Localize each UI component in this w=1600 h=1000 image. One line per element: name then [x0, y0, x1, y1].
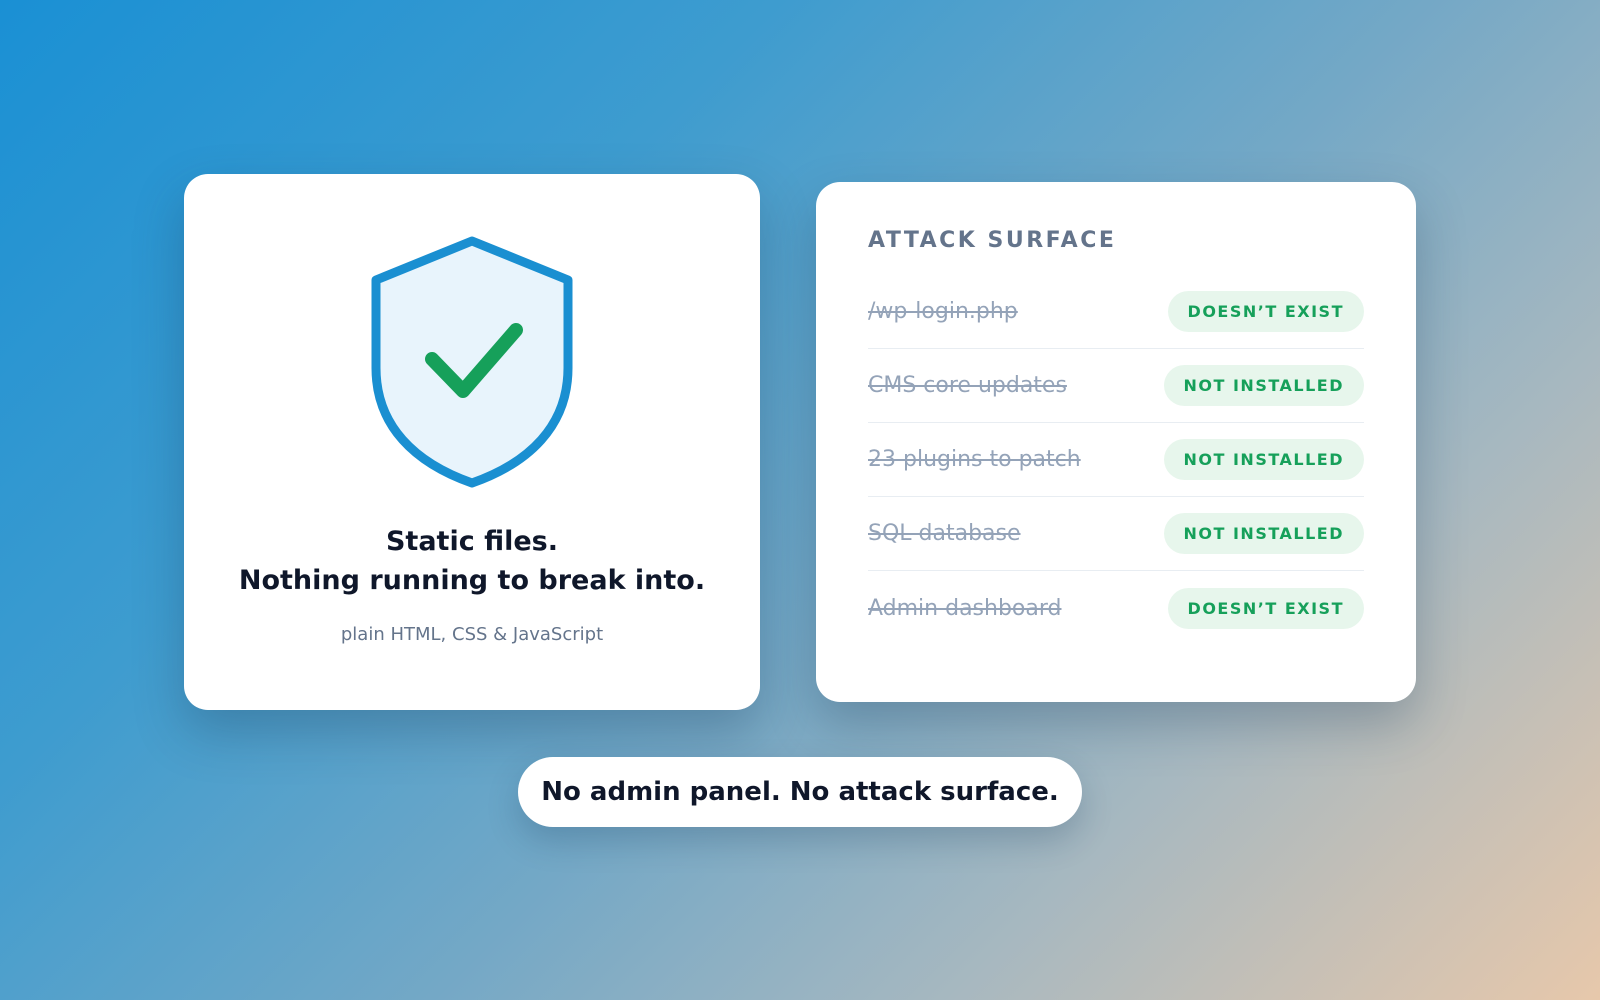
list-item: SQL database NOT INSTALLED — [868, 497, 1364, 571]
attack-surface-title: ATTACK SURFACE — [868, 228, 1117, 253]
status-badge: NOT INSTALLED — [1163, 513, 1364, 554]
headline-line-2: Nothing running to break into. — [238, 565, 706, 596]
status-badge: DOESN’T EXIST — [1167, 291, 1364, 332]
summary-message: No admin panel. No attack surface. — [541, 777, 1059, 807]
list-item: Admin dashboard DOESN’T EXIST — [868, 571, 1364, 645]
list-item-label: 23 plugins to patch — [868, 447, 1081, 472]
summary-pill: No admin panel. No attack surface. — [518, 757, 1082, 827]
shield-check-icon — [371, 236, 573, 488]
status-badge: NOT INSTALLED — [1163, 439, 1364, 480]
headline: Static files. Nothing running to break i… — [239, 522, 705, 600]
tech-subtext: plain HTML, CSS & JavaScript — [340, 624, 604, 645]
list-item-label: CMS core updates — [868, 373, 1067, 398]
status-badge: DOESN’T EXIST — [1167, 587, 1364, 629]
attack-surface-list: /wp-login.php DOESN’T EXIST CMS core upd… — [868, 275, 1364, 645]
list-item-label: Admin dashboard — [868, 595, 1062, 621]
list-item-label: SQL database — [868, 521, 1021, 546]
list-item: CMS core updates NOT INSTALLED — [868, 349, 1364, 423]
list-item: 23 plugins to patch NOT INSTALLED — [868, 423, 1364, 497]
list-item: /wp-login.php DOESN’T EXIST — [868, 275, 1364, 349]
static-files-card: Static files. Nothing running to break i… — [184, 174, 760, 710]
list-item-label: /wp-login.php — [868, 299, 1018, 324]
headline-line-1: Static files. — [385, 526, 559, 557]
attack-surface-card: ATTACK SURFACE /wp-login.php DOESN’T EXI… — [816, 182, 1416, 702]
status-badge: NOT INSTALLED — [1163, 365, 1364, 406]
